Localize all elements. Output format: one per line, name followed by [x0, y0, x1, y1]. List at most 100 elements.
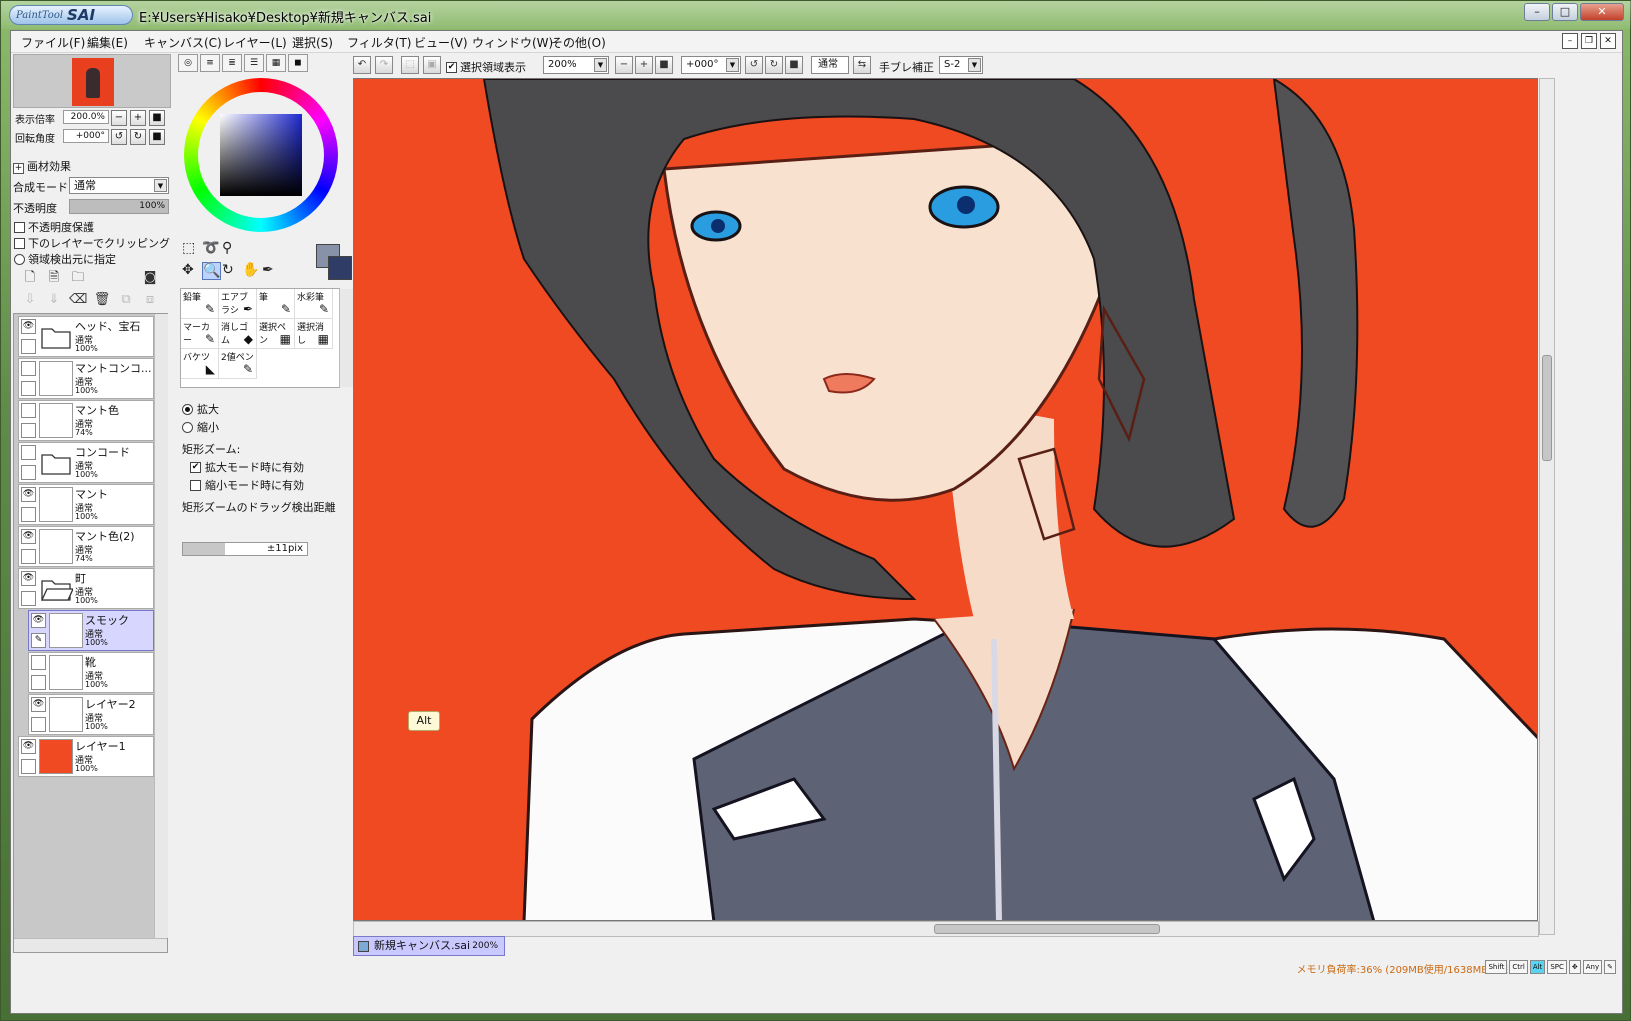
zoom-out-toolbar-icon[interactable]: −: [615, 56, 633, 74]
move-key-icon[interactable]: ✥: [1568, 960, 1581, 974]
layer-item-selected[interactable]: 👁 ✎ スモック 通常 100%: [28, 610, 154, 651]
pen-key-icon[interactable]: ✎: [1604, 960, 1616, 974]
lock-icon[interactable]: [31, 675, 46, 690]
move-icon[interactable]: ✥: [182, 262, 194, 278]
drawing-canvas[interactable]: [353, 78, 1538, 921]
tool-airbrush[interactable]: エアブラシ ✒: [219, 289, 257, 319]
protect-opacity-checkbox[interactable]: 不透明度保護: [14, 219, 94, 235]
menu-layer[interactable]: レイヤー(L): [219, 34, 291, 51]
material-section-title[interactable]: + 画材効果: [13, 158, 71, 174]
rect-zoom-out-checkbox[interactable]: 縮小モード時に有効: [190, 477, 304, 493]
shift-key-indicator[interactable]: Shift: [1485, 960, 1508, 974]
new-vector-layer-icon[interactable]: 🗎: [45, 269, 63, 287]
lock-icon[interactable]: [21, 759, 36, 774]
mdi-restore-button[interactable]: ❐: [1581, 33, 1597, 49]
drag-distance-slider[interactable]: ±11pix: [182, 542, 308, 556]
menu-filter[interactable]: フィルタ(T): [343, 34, 415, 51]
color-mix-tab-icon[interactable]: ☰: [244, 54, 264, 72]
eye-icon[interactable]: 👁: [21, 739, 36, 754]
rotate-right-toolbar-icon[interactable]: ↻: [765, 56, 783, 74]
rotate-reset-button[interactable]: ■: [149, 129, 165, 145]
rgb-slider-tab-icon[interactable]: ≡: [200, 54, 220, 72]
eye-hidden-icon[interactable]: [21, 445, 36, 460]
clear-layer-icon[interactable]: ⌫: [69, 291, 87, 309]
clipping-checkbox[interactable]: 下のレイヤーでクリッピング: [14, 235, 170, 251]
tool-brush[interactable]: 筆 ✎: [257, 289, 295, 319]
secondary-color-swatch[interactable]: [328, 256, 352, 280]
pen-icon[interactable]: ✎: [31, 633, 46, 648]
eye-icon[interactable]: 👁: [21, 487, 36, 502]
alt-key-indicator[interactable]: Alt: [1529, 960, 1546, 974]
navigator-thumbnail[interactable]: [13, 54, 171, 108]
eye-hidden-icon[interactable]: [21, 403, 36, 418]
layer-item[interactable]: コンコード 通常 100%: [18, 442, 154, 483]
rotate-icon[interactable]: ↻: [222, 262, 234, 278]
space-key-indicator[interactable]: SPC: [1547, 960, 1567, 974]
layer-item[interactable]: 靴 通常 100%: [28, 652, 154, 693]
zoom-icon[interactable]: 🔍: [202, 262, 222, 280]
invert-selection-icon[interactable]: ▣: [423, 56, 441, 74]
canvas-vertical-scrollbar[interactable]: [1539, 78, 1555, 935]
lock-icon[interactable]: [21, 549, 36, 564]
hsv-slider-tab-icon[interactable]: ≣: [222, 54, 242, 72]
menu-select[interactable]: 選択(S): [288, 34, 337, 51]
color-wheel-tab-icon[interactable]: ◎: [178, 54, 198, 72]
zoom-in-toolbar-icon[interactable]: +: [635, 56, 653, 74]
rect-select-icon[interactable]: ⬚: [182, 240, 195, 256]
tool-watercolor[interactable]: 水彩筆 ✎: [295, 289, 333, 319]
eye-hidden-icon[interactable]: [31, 655, 46, 670]
zoom-reset-toolbar-icon[interactable]: ■: [655, 56, 673, 74]
canvas-horizontal-scrollbar[interactable]: [353, 921, 1539, 937]
tool-select-pen[interactable]: 選択ペン ▦: [257, 319, 295, 349]
zoom-select[interactable]: 200% ▼: [543, 56, 609, 74]
scroll-thumb[interactable]: [934, 924, 1160, 934]
color-wheel[interactable]: [184, 78, 338, 232]
blend-mode-select[interactable]: 通常 ▼: [69, 177, 169, 194]
region-source-checkbox[interactable]: 領域検出元に指定: [14, 251, 116, 267]
rotate-right-button[interactable]: ↻: [130, 129, 146, 145]
tool-grid-scrollbar[interactable]: [339, 289, 353, 387]
ctrl-key-indicator[interactable]: Ctrl: [1509, 960, 1528, 974]
scroll-thumb[interactable]: [1542, 355, 1552, 461]
angle-value[interactable]: +000°: [63, 129, 109, 143]
rotate-left-toolbar-icon[interactable]: ↺: [745, 56, 763, 74]
saturation-value-square[interactable]: [220, 114, 302, 196]
transfer-down-icon[interactable]: ⇩: [21, 291, 39, 309]
menu-canvas[interactable]: キャンバス(C): [140, 34, 226, 51]
new-folder-icon[interactable]: 🗀: [69, 269, 87, 287]
menu-edit[interactable]: 編集(E): [83, 34, 132, 51]
flip-horizontal-icon[interactable]: ⇆: [853, 56, 871, 74]
stabilizer-select[interactable]: S-2 ▼: [939, 56, 983, 74]
new-layer-icon[interactable]: 🗋: [21, 269, 39, 287]
eye-icon[interactable]: 👁: [21, 529, 36, 544]
eye-icon[interactable]: 👁: [31, 697, 46, 712]
hand-icon[interactable]: ✋: [242, 262, 259, 278]
magic-wand-icon[interactable]: ⚲: [222, 240, 232, 256]
lock-icon[interactable]: [21, 381, 36, 396]
layer-item[interactable]: 👁 レイヤー2 通常 100%: [28, 694, 154, 735]
eye-hidden-icon[interactable]: [21, 361, 36, 376]
layer-mask-icon[interactable]: ◙: [141, 269, 159, 287]
zoom-reset-button[interactable]: ■: [149, 110, 165, 126]
title-bar[interactable]: PaintTool SAI E:¥Users¥Hisako¥Desktop¥新規…: [1, 1, 1631, 29]
layer-list-hscrollbar[interactable]: [14, 938, 167, 952]
lock-icon[interactable]: [21, 423, 36, 438]
tool-pencil[interactable]: 鉛筆 ✎: [181, 289, 219, 319]
lock-icon[interactable]: [21, 507, 36, 522]
rotate-reset-toolbar-icon[interactable]: ■: [785, 56, 803, 74]
lock-icon[interactable]: [21, 339, 36, 354]
document-tab[interactable]: 新規キャンバス.sai 200%: [353, 936, 505, 956]
eye-icon[interactable]: 👁: [31, 613, 46, 628]
merge-visible-icon[interactable]: ⧈: [141, 291, 159, 309]
any-key-indicator[interactable]: Any: [1582, 960, 1603, 974]
scratchpad-tab-icon[interactable]: ◼: [288, 54, 308, 72]
lock-icon[interactable]: [21, 591, 36, 606]
eyedropper-icon[interactable]: ✒: [262, 262, 274, 278]
tool-binary-pen[interactable]: 2値ペン ✎: [219, 349, 257, 379]
undo-icon[interactable]: ↶: [353, 56, 371, 74]
close-button[interactable]: ✕: [1580, 3, 1624, 21]
mdi-minimize-button[interactable]: –: [1562, 33, 1578, 49]
tool-bucket[interactable]: バケツ ◣: [181, 349, 219, 379]
maximize-button[interactable]: □: [1552, 3, 1578, 21]
angle-select[interactable]: +000° ▼: [681, 56, 741, 74]
